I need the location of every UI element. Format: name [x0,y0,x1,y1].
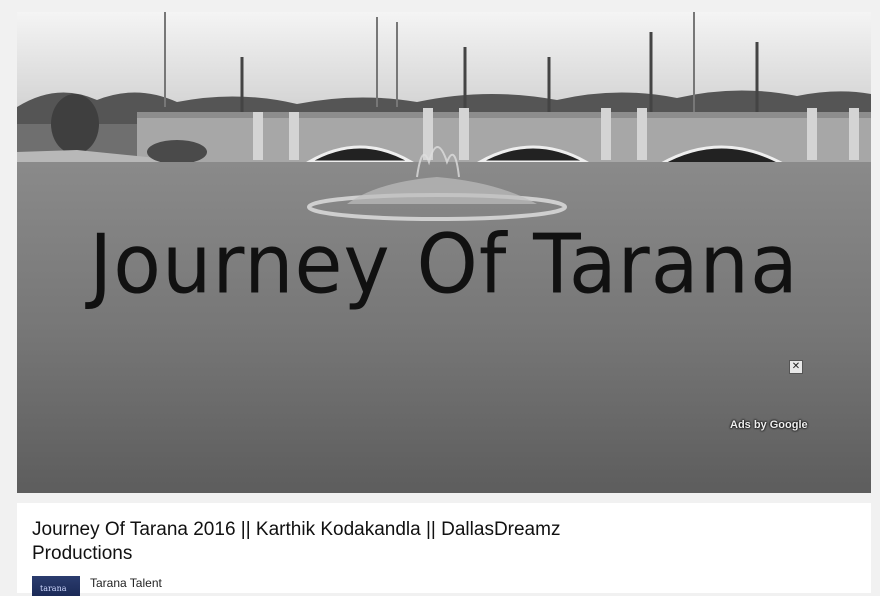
video-info-panel: Journey Of Tarana 2016 || Karthik Kodaka… [17,503,871,596]
channel-avatar[interactable]: tarana [32,576,80,596]
channel-name-link[interactable]: Tarana Talent [90,576,162,590]
video-overlay-title: Journey Of Tarana [89,217,799,313]
video-player[interactable]: Journey Of Tarana ✕ Ads by Google [17,12,871,493]
ads-by-google-label[interactable]: Ads by Google [730,419,808,431]
video-title: Journey Of Tarana 2016 || Karthik Kodaka… [32,519,561,564]
close-icon[interactable]: ✕ [789,360,803,374]
avatar-text: tarana [40,584,67,593]
